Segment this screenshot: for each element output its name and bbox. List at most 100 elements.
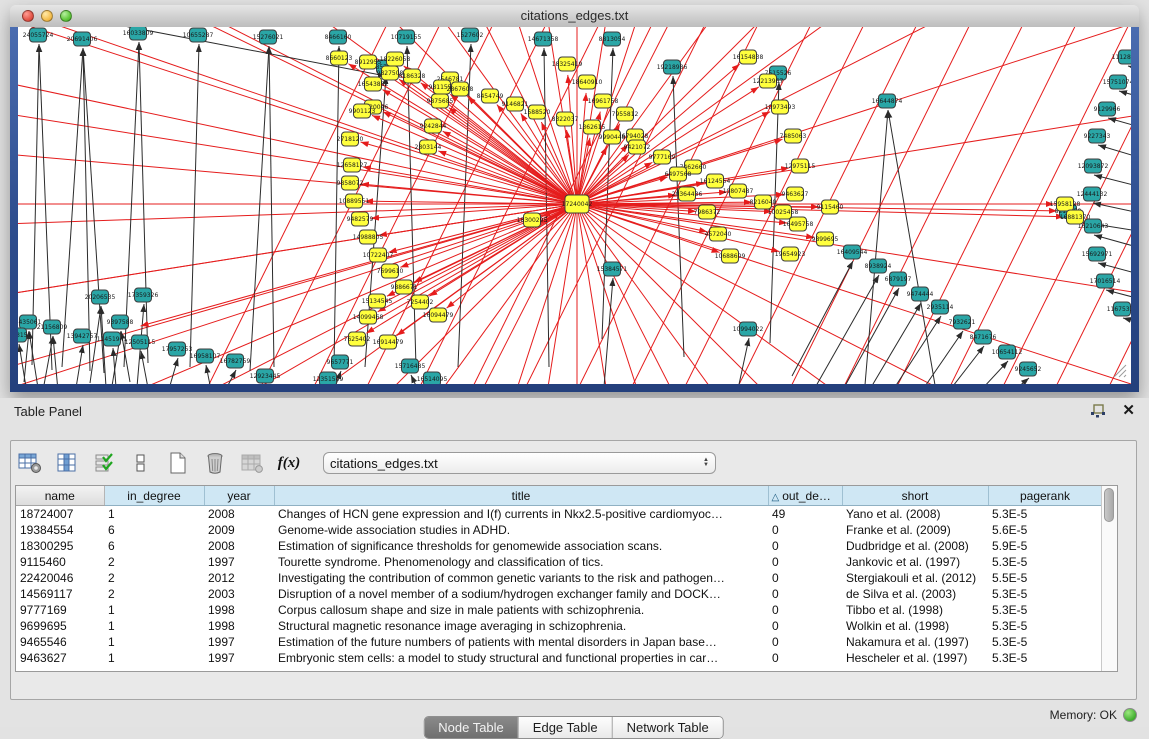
graph-node-label: 17240042 [562, 201, 593, 208]
graph-node-label: 7699610 [377, 268, 404, 275]
table-row[interactable]: 1938455462009Genome-wide association stu… [16, 522, 1101, 538]
table-row[interactable]: 969969511998Structural magnetic resonanc… [16, 618, 1101, 634]
graph-node-label: 12351549 [313, 376, 344, 383]
graph-node-label: 10722407 [363, 252, 394, 259]
graph-node-label: 15134545 [362, 298, 393, 305]
graph-node-label: 10973493 [765, 104, 796, 111]
tab-network-table[interactable]: Network Table [612, 717, 723, 738]
table-select-dropdown[interactable]: citations_edges.txt ▲ ▼ [323, 452, 716, 474]
graph-node-label: 6879197 [885, 276, 912, 283]
table-select-value: citations_edges.txt [330, 456, 703, 471]
table-panel-title: Table Panel [14, 404, 82, 419]
graph-node-label: 17359326 [128, 292, 159, 299]
select-rows-icon[interactable] [91, 450, 117, 476]
create-new-table-icon[interactable] [165, 450, 191, 476]
table-row[interactable]: 1830029562008Estimation of significance … [16, 538, 1101, 554]
network-frame: 2405572420691406160338091065528715276021… [10, 27, 1139, 392]
graph-node-label: 9129966 [1094, 106, 1121, 113]
import-table-disabled-icon [239, 450, 265, 476]
graph-node-label: 8322037 [552, 116, 579, 123]
graph-node-label: 2718120 [337, 136, 364, 143]
column-header-title[interactable]: title [274, 486, 768, 506]
window-titlebar[interactable]: citations_edges.txt [10, 5, 1139, 28]
select-column-icon[interactable] [54, 450, 80, 476]
table-row[interactable]: 911546021997Tourette syndrome. Phenomeno… [16, 554, 1101, 570]
delete-table-icon[interactable] [202, 450, 228, 476]
graph-node-label: 7986372 [694, 209, 721, 216]
graph-node-label: 10688609 [715, 253, 746, 260]
table-row[interactable]: 946554611997Estimation of the future num… [16, 634, 1101, 650]
graph-node-label: 18226058 [380, 56, 411, 63]
graph-node-label: 15276021 [253, 34, 284, 41]
graph-node-label: 19218986 [657, 64, 688, 71]
graph-node-label: 16154838 [733, 54, 764, 61]
float-panel-icon[interactable] [1090, 404, 1106, 418]
table-row[interactable]: 977716911998Corpus callosum shape and si… [16, 602, 1101, 618]
graph-node-label: 17016514 [1090, 278, 1121, 285]
graph-node-label: 12093872 [1078, 163, 1109, 170]
column-header-short[interactable]: short [842, 486, 988, 506]
graph-node-label: 10655287 [183, 32, 214, 39]
graph-node-label: 14988805 [353, 234, 384, 241]
graph-node-label: 18640910 [572, 79, 603, 86]
graph-node-label: 8471676 [970, 334, 997, 341]
table-scrollbar[interactable] [1101, 486, 1117, 671]
graph-node-label: 8660123 [326, 55, 353, 62]
function-builder-icon[interactable]: f(x) [276, 450, 302, 476]
graph-node-label: 8938924 [865, 263, 892, 270]
graph-node-label: 16644874 [872, 98, 903, 105]
table-row[interactable]: 1456911722003Disruption of a novel membe… [16, 586, 1101, 602]
memory-status-icon[interactable] [1123, 708, 1137, 722]
table-row[interactable]: 2242004622012Investigating the contribut… [16, 570, 1101, 586]
graph-node-label: 12923445 [250, 373, 281, 380]
graph-node-label: 10025458 [768, 209, 799, 216]
graph-node-label: 20364436 [672, 191, 703, 198]
graph-node-label: 7625402 [344, 336, 371, 343]
table-panel: Table Panel ✕ [0, 398, 1149, 727]
table-settings-icon[interactable] [17, 450, 43, 476]
window-title: citations_edges.txt [10, 8, 1139, 23]
graph-node-label: 16782759 [220, 358, 251, 365]
graph-node-label: 9227343 [1084, 133, 1111, 140]
network-canvas-svg[interactable]: 2405572420691406160338091065528715276021… [18, 27, 1131, 384]
graph-node-label: 15692971 [1082, 251, 1113, 258]
graph-node-label: 9858072 [337, 180, 364, 187]
row-height-icon[interactable] [128, 450, 154, 476]
graph-node-label: 1527602 [457, 32, 484, 39]
graph-node-label: 8216040 [750, 199, 777, 206]
graph-node-label: 7254402 [407, 299, 434, 306]
table-body: 1872400712008Changes of HCN gene express… [16, 506, 1101, 667]
column-header-year[interactable]: year [204, 486, 274, 506]
memory-status-label: Memory: OK [1050, 708, 1117, 722]
graph-node-label: 16914479 [373, 339, 404, 346]
table-scrollbar-thumb[interactable] [1104, 488, 1114, 522]
column-header-in-degree[interactable]: in_degree [104, 486, 204, 506]
graph-node-label: 9899695 [812, 236, 839, 243]
graph-node-label: 10719155 [391, 34, 422, 41]
table-row[interactable]: 1872400712008Changes of HCN gene express… [16, 506, 1101, 523]
graph-node-label: 16514095 [417, 376, 448, 383]
graph-node-label: 24055724 [23, 32, 54, 39]
table-row[interactable]: 946362711997Embryonic stem cells: a mode… [16, 650, 1101, 666]
column-header-name[interactable]: name [16, 486, 104, 506]
graph-node-label: 3913157 [18, 332, 32, 339]
table-header-row: name in_degree year title △out_de… short… [16, 486, 1101, 506]
column-header-pagerank[interactable]: pagerank [988, 486, 1101, 506]
graph-node-label: 1362615 [579, 124, 606, 131]
tab-node-table[interactable]: Node Table [424, 717, 518, 738]
graph-node-label: 10654112 [992, 349, 1023, 356]
graph-node-label: 1588520 [524, 109, 551, 116]
graph-node-label: 15958128 [1050, 201, 1081, 208]
resize-grip-icon[interactable] [1114, 365, 1126, 377]
graph-node-label: 17957253 [162, 346, 193, 353]
graph-node-label: 4572040 [705, 231, 732, 238]
tab-edge-table[interactable]: Edge Table [518, 717, 612, 738]
graph-node-label: 15751074 [1103, 79, 1131, 86]
network-canvas[interactable]: 2405572420691406160338091065528715276021… [18, 27, 1131, 384]
graph-node-label: 10807487 [723, 188, 754, 195]
column-header-out-degree[interactable]: △out_de… [768, 486, 842, 506]
close-panel-icon[interactable]: ✕ [1122, 404, 1135, 418]
graph-node-label: 9875685 [427, 98, 454, 105]
graph-node-label: 16409544 [837, 249, 868, 256]
graph-node-label: 10994022 [733, 326, 764, 333]
